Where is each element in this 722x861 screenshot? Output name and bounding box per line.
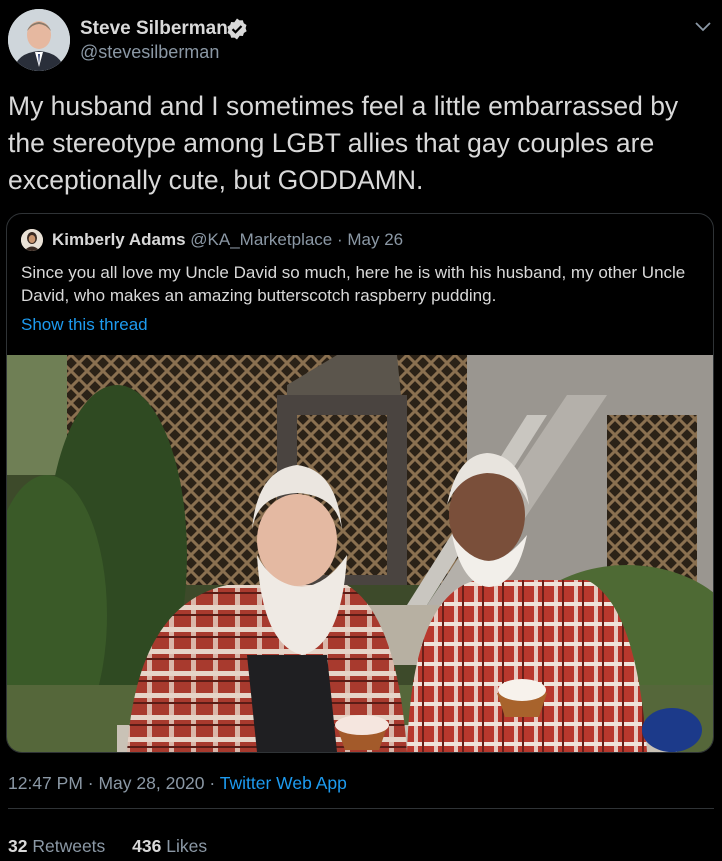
quoted-separator: · — [332, 230, 348, 249]
divider — [8, 808, 714, 809]
tweet-header: Steve Silberman @stevesilberman — [8, 9, 714, 73]
tweet-date[interactable]: May 28, 2020 — [98, 773, 204, 793]
likes-count: 436 — [132, 836, 162, 856]
tweet-stats: 32 Retweets 436 Likes — [8, 836, 229, 857]
tweet-time[interactable]: 12:47 PM — [8, 773, 83, 793]
retweets-label: Retweets — [32, 836, 106, 856]
verified-badge-icon — [227, 18, 247, 40]
quoted-author-handle[interactable]: @KA_Marketplace — [190, 230, 332, 249]
tweet-timestamp: 12:47 PM · May 28, 2020 · Twitter Web Ap… — [8, 773, 347, 794]
likes-stat[interactable]: 436 Likes — [132, 836, 207, 856]
likes-label: Likes — [166, 836, 208, 856]
meta-separator: · — [204, 773, 220, 793]
profile-photo-icon — [21, 229, 43, 251]
tweet-text: My husband and I sometimes feel a little… — [8, 91, 679, 195]
show-thread-link[interactable]: Show this thread — [21, 315, 148, 335]
quoted-author-name[interactable]: Kimberly Adams — [52, 230, 186, 249]
author-name[interactable]: Steve Silberman — [80, 18, 228, 40]
quoted-tweet[interactable]: Kimberly Adams @KA_Marketplace · May 26 … — [6, 213, 714, 753]
profile-photo-icon — [8, 9, 70, 71]
photo-two-men-with-pudding-icon[interactable] — [7, 355, 713, 752]
quoted-date[interactable]: May 26 — [347, 230, 403, 249]
author-avatar[interactable] — [8, 9, 70, 71]
quoted-author-avatar[interactable] — [21, 229, 43, 251]
retweets-stat[interactable]: 32 Retweets — [8, 836, 105, 856]
retweets-count: 32 — [8, 836, 28, 856]
meta-separator: · — [82, 773, 99, 793]
author-handle[interactable]: @stevesilberman — [80, 42, 219, 63]
quoted-header: Kimberly Adams @KA_Marketplace · May 26 — [52, 230, 403, 250]
source-app-link[interactable]: Twitter Web App — [220, 773, 347, 793]
quoted-text: Since you all love my Uncle David so muc… — [21, 263, 686, 305]
chevron-down-icon[interactable] — [692, 15, 714, 37]
